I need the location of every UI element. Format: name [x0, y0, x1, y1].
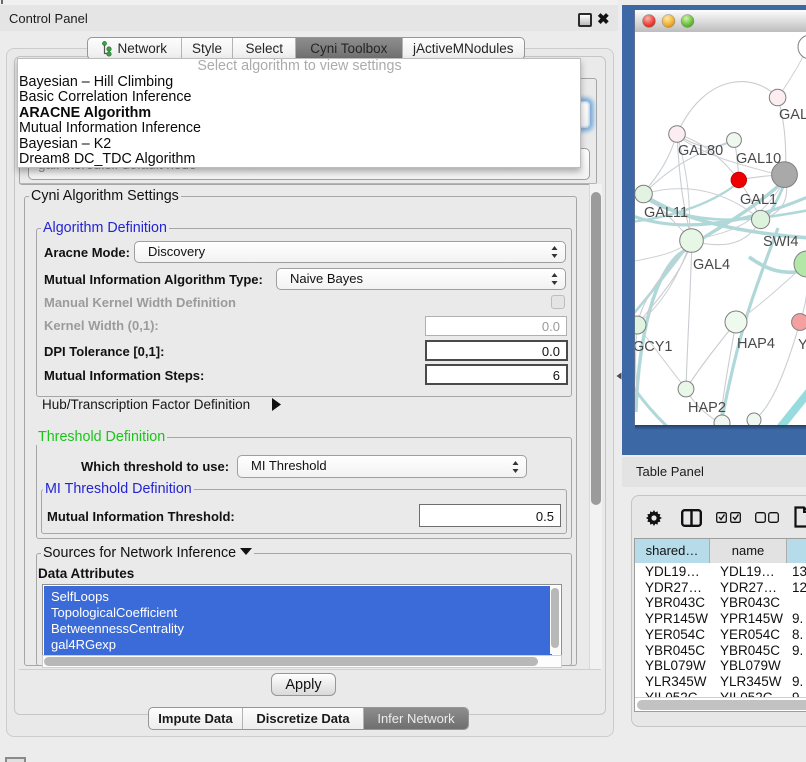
svg-text:GAL11: GAL11	[644, 205, 688, 221]
svg-text:Y: Y	[798, 337, 806, 353]
svg-text:GCY1: GCY1	[635, 339, 673, 355]
svg-text:SWI4: SWI4	[763, 234, 798, 250]
svg-text:GAL80: GAL80	[678, 143, 723, 159]
svg-text:GAL4: GAL4	[693, 257, 730, 273]
svg-text:HAP4: HAP4	[737, 336, 775, 352]
svg-text:HAP2: HAP2	[688, 400, 726, 416]
svg-text:GAL: GAL	[779, 107, 806, 123]
svg-text:GAL1: GAL1	[740, 192, 777, 208]
svg-text:GAL10: GAL10	[736, 151, 781, 167]
